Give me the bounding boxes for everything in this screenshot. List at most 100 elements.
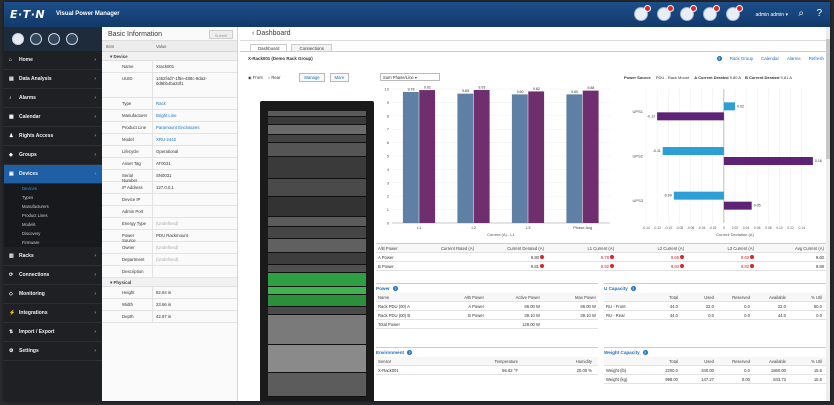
- submit-button[interactable]: Submit: [209, 30, 233, 39]
- column-header[interactable]: % Util: [788, 295, 824, 300]
- table-row[interactable]: Weight (kg) 998.00 147.27 0.00 843.73 15.5: [604, 375, 826, 384]
- help-icon[interactable]: ?: [642, 350, 648, 355]
- search-icon[interactable]: ⌕: [798, 8, 804, 19]
- sidebar-tab-global[interactable]: [30, 33, 42, 45]
- more-button[interactable]: More: [329, 72, 350, 82]
- alert-warning-icon[interactable]: [657, 5, 674, 21]
- hbar-b[interactable]: [657, 112, 724, 121]
- sidebar-subitem[interactable]: Models: [4, 220, 102, 229]
- column-header[interactable]: Max Power: [542, 295, 598, 300]
- help-icon[interactable]: ?: [392, 286, 398, 291]
- bar-a[interactable]: [566, 94, 583, 223]
- rack-unit[interactable]: [268, 295, 366, 307]
- sidebar-subitem[interactable]: Devices: [4, 184, 102, 193]
- rack-unit[interactable]: [268, 287, 366, 295]
- table-row[interactable]: Rack PDU (00) B B Power 39.10 W 39.10 W: [376, 311, 598, 320]
- rack-unit[interactable]: [268, 373, 366, 397]
- sidebar-item-alarms[interactable]: ♪ Alarms ›: [4, 89, 102, 108]
- hbar-b[interactable]: [723, 201, 752, 210]
- sidebar-tab-settings[interactable]: [48, 33, 60, 45]
- rack-unit[interactable]: [268, 143, 366, 157]
- property-value[interactable]: [152, 194, 237, 205]
- sidebar-item-integrations[interactable]: ⚡ Integrations ›: [4, 304, 102, 323]
- column-header[interactable]: Active Power: [486, 295, 542, 300]
- rack-unit[interactable]: [268, 315, 366, 345]
- property-value[interactable]: 127.0.0.1: [152, 182, 237, 193]
- help-icon[interactable]: ?: [630, 286, 636, 291]
- tab-dashboard[interactable]: Dashboard: [250, 44, 288, 51]
- table-row[interactable]: Weight (lb) 2200.0 340.00 0.0 1860.00 15.5: [604, 366, 826, 375]
- sidebar-item-calendar[interactable]: ▦ Calendar ›: [4, 108, 102, 127]
- sidebar-tab-navigation[interactable]: [12, 33, 24, 45]
- column-header[interactable]: Available: [752, 295, 788, 300]
- radio-front[interactable]: ◉ Front: [248, 75, 263, 80]
- column-header[interactable]: Humidity: [520, 359, 594, 364]
- help-icon[interactable]: ?: [716, 56, 722, 61]
- property-value[interactable]: (Undefined): [152, 218, 237, 229]
- bar-b[interactable]: [473, 89, 490, 223]
- sidebar-item-connections[interactable]: ⟳ Connections ›: [4, 266, 102, 285]
- column-header[interactable]: A/B Power: [436, 295, 486, 300]
- rack-unit[interactable]: [268, 157, 366, 179]
- group-device[interactable]: ▾ Device: [102, 52, 237, 61]
- property-value[interactable]: [152, 266, 237, 277]
- property-value[interactable]: 1452f4d7-1f5e-488c-9da2-0d9bb4ba33f1: [152, 73, 237, 97]
- sidebar-item-import-export[interactable]: ⇅ Import / Export ›: [4, 323, 102, 342]
- rack-unit[interactable]: [268, 179, 366, 197]
- property-value[interactable]: Xrack001: [152, 61, 237, 72]
- hbar-a[interactable]: [673, 191, 724, 200]
- sidebar-tab-favorites[interactable]: [66, 33, 78, 45]
- property-value[interactable]: 82.84 in: [152, 287, 237, 298]
- dashboard-scrollbar[interactable]: [826, 27, 830, 401]
- sidebar-item-rights-access[interactable]: ♟ Rights Access ›: [4, 127, 102, 146]
- alert-info-icon[interactable]: [680, 5, 697, 21]
- bar-a[interactable]: [457, 93, 474, 223]
- property-value[interactable]: Rack: [152, 98, 237, 109]
- column-header[interactable]: A/B Power: [376, 246, 416, 251]
- column-header[interactable]: Used: [680, 295, 716, 300]
- link-calendar[interactable]: Calendar: [761, 56, 779, 61]
- sidebar-item-racks[interactable]: ▥ Racks ›: [4, 247, 102, 266]
- column-header[interactable]: L2 Current (A): [616, 246, 686, 251]
- rack-unit[interactable]: [268, 307, 366, 315]
- property-value[interactable]: Bright Line: [152, 110, 237, 121]
- column-header[interactable]: % Util: [788, 359, 824, 364]
- rack-diagram[interactable]: [260, 101, 374, 401]
- column-header[interactable]: Current Derated (A): [476, 246, 546, 251]
- sidebar-item-devices[interactable]: ▣ Devices ›: [4, 165, 102, 184]
- property-value[interactable]: PDU Rackmount: [152, 230, 237, 241]
- column-header[interactable]: Used: [680, 359, 716, 364]
- property-value[interactable]: SN0031: [152, 170, 237, 181]
- sidebar-subitem[interactable]: Product Lines: [4, 211, 102, 220]
- column-header[interactable]: Current Rated (A): [416, 246, 476, 251]
- table-row[interactable]: RU - Rear 44.0 0.0 0.0 44.0 0.0: [604, 311, 826, 320]
- hbar-a[interactable]: [662, 147, 724, 155]
- sidebar-item-data-analysis[interactable]: ▤ Data Analysis ›: [4, 70, 102, 89]
- bar-a[interactable]: [402, 91, 419, 223]
- manage-button[interactable]: Manage: [299, 72, 325, 82]
- link-refresh[interactable]: Refresh: [809, 56, 824, 61]
- link-rack-group[interactable]: Rack Group: [730, 56, 753, 61]
- rack-unit[interactable]: [268, 227, 366, 239]
- column-header[interactable]: Reserved: [716, 295, 752, 300]
- link-alarms[interactable]: Alarms: [787, 56, 801, 61]
- user-menu[interactable]: admin admin ▾: [755, 12, 788, 18]
- column-header[interactable]: Available: [752, 359, 788, 364]
- column-header[interactable]: Reserved: [716, 359, 752, 364]
- column-header[interactable]: Temperature: [446, 359, 520, 364]
- table-row[interactable]: Rack PDU (00) A A Power 86.00 W 86.00 W: [376, 302, 598, 311]
- rack-unit[interactable]: [268, 197, 366, 217]
- table-row[interactable]: B Power 9.81 9.92 9.93 9.82 9.88: [376, 262, 826, 271]
- hbar-a[interactable]: [723, 102, 735, 111]
- bar-b[interactable]: [419, 90, 436, 224]
- column-header[interactable]: L1 Current (A): [546, 246, 616, 251]
- tab-connections[interactable]: Connections: [291, 44, 332, 51]
- alert-message-icon[interactable]: [726, 5, 743, 21]
- rack-unit[interactable]: [268, 273, 366, 287]
- property-value[interactable]: XRU-2442: [152, 134, 237, 145]
- property-value[interactable]: [152, 206, 237, 217]
- column-header[interactable]: Avg Current (A): [756, 246, 826, 251]
- property-value[interactable]: Paramount Enclosures: [152, 122, 237, 133]
- bar-b[interactable]: [528, 91, 545, 223]
- table-row[interactable]: X-Rack001 86.62 °F 20.00 %: [376, 366, 598, 375]
